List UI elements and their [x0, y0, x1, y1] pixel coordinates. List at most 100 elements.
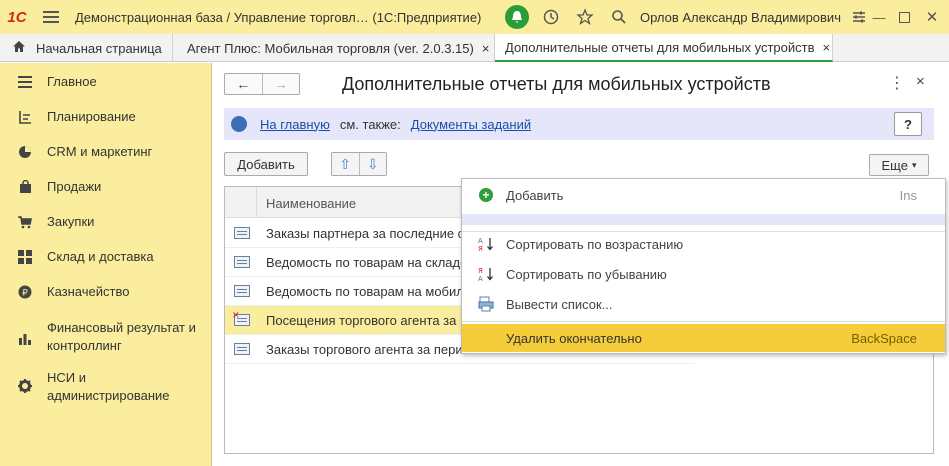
menu-item-add[interactable]: + Добавить Ins [462, 181, 945, 209]
title-bar: 1С Демонстрационная база / Управление то… [0, 0, 949, 34]
tab-mobile-reports-label: Дополнительные отчеты для мобильных устр… [505, 39, 815, 55]
add-button[interactable]: Добавить [224, 152, 308, 176]
sidebar-item-label: Главное [47, 74, 97, 89]
more-dropdown-menu: + Добавить Ins АЯ Сортировать по возраст… [461, 178, 946, 354]
search-icon[interactable] [608, 6, 630, 28]
icon-column-header[interactable] [225, 187, 257, 218]
menu-item-label: Вывести список... [506, 296, 613, 312]
sidebar-item-warehouse[interactable]: Склад и доставка [0, 248, 212, 266]
tasks-documents-link[interactable]: Документы заданий [411, 117, 531, 132]
svg-text:₽: ₽ [22, 289, 28, 299]
globe-icon [231, 116, 247, 132]
info-bar: На главную см. также: Документы заданий [224, 108, 934, 140]
delete-icon [478, 330, 494, 346]
row-name: Ведомость по товарам на складе [266, 254, 468, 270]
svg-text:Я: Я [478, 267, 483, 275]
sidebar-item-admin[interactable]: НСИ и администрирование [0, 369, 200, 405]
planning-icon [18, 110, 32, 124]
menu-item-output-list[interactable]: Вывести список... [462, 290, 945, 318]
report-icon [234, 285, 250, 297]
menu-separator [462, 214, 945, 225]
move-up-button[interactable]: ⇧ [332, 153, 359, 175]
sidebar-item-label: Планирование [47, 109, 136, 124]
sidebar-item-label: НСИ и администрирование [47, 370, 170, 403]
name-column-header[interactable]: Наименование [266, 196, 356, 211]
sidebar-item-purchases[interactable]: Закупки [0, 213, 212, 231]
navigation-buttons: ← → [224, 73, 300, 95]
bar-chart-icon [18, 331, 32, 345]
minimize-icon[interactable]: — [868, 6, 890, 28]
close-window-icon[interactable]: ✕ [921, 6, 943, 28]
sidebar-item-financial[interactable]: Финансовый результат и контроллинг [0, 319, 200, 355]
tab-home-label: Начальная страница [36, 40, 162, 56]
row-name: Ведомость по товарам на мобил [266, 283, 464, 299]
sidebar-item-main[interactable]: Главное [0, 73, 212, 91]
notifications-bell-icon[interactable] [505, 5, 529, 29]
more-button[interactable]: Еще ▾ [869, 154, 929, 176]
history-icon[interactable] [540, 6, 562, 28]
see-also-label: см. также: [339, 116, 401, 132]
chevron-down-icon: ▾ [911, 159, 917, 170]
menu-item-sort-desc[interactable]: ЯА Сортировать по убыванию [462, 260, 945, 288]
menu-divider [462, 321, 945, 322]
move-buttons: ⇧ ⇩ [331, 152, 387, 176]
sort-descending-icon: ЯА [478, 266, 494, 282]
more-button-label: Еще [881, 157, 908, 173]
menu-item-shortcut: BackSpace [851, 330, 917, 346]
hamburger-menu-icon[interactable] [43, 8, 59, 26]
home-icon [12, 40, 26, 56]
row-name: Посещения торгового агента за [266, 312, 457, 328]
tab-close-icon[interactable]: × [482, 41, 490, 56]
forward-button[interactable]: → [261, 74, 300, 94]
home-link[interactable]: На главную [260, 117, 330, 132]
sidebar-item-label: Продажи [47, 179, 102, 194]
back-button[interactable]: ← [225, 74, 262, 94]
move-down-button[interactable]: ⇩ [358, 153, 387, 175]
tabs-bar: Начальная страница Агент Плюс: Мобильная… [0, 34, 949, 62]
close-form-icon[interactable]: × [916, 73, 925, 90]
settings-sliders-icon[interactable] [848, 6, 870, 28]
row-name: Заказы торгового агента за пери [266, 341, 463, 357]
favorites-star-icon[interactable] [574, 6, 596, 28]
menu-item-label: Удалить окончательно [506, 330, 642, 346]
current-user[interactable]: Орлов Александр Владимирович [640, 10, 841, 25]
menu-item-label: Добавить [506, 187, 564, 203]
menu-item-label: Сортировать по возрастанию [506, 236, 684, 252]
sidebar-item-label: Казначейство [47, 284, 130, 299]
menu-icon [18, 75, 32, 89]
report-marked-for-deletion-icon [232, 310, 250, 326]
window-title: Демонстрационная база / Управление торго… [75, 9, 482, 25]
output-list-icon [478, 296, 494, 312]
cart-icon [18, 215, 32, 229]
bag-icon [18, 180, 32, 194]
tab-agent-plus-label: Агент Плюс: Мобильная торговля (ver. 2.0… [187, 40, 474, 56]
svg-text:Я: Я [478, 245, 483, 252]
tab-home[interactable]: Начальная страница [0, 34, 173, 62]
pie-icon [18, 145, 32, 159]
sidebar: Главное Планирование CRM и маркетинг Про… [0, 63, 212, 466]
sidebar-item-treasury[interactable]: ₽ Казначейство [0, 283, 212, 301]
sidebar-item-label: Финансовый результат и контроллинг [47, 320, 196, 353]
menu-item-shortcut: Ins [899, 187, 917, 203]
tab-mobile-reports[interactable]: Дополнительные отчеты для мобильных устр… [495, 34, 833, 62]
svg-text:А: А [478, 237, 483, 245]
help-button[interactable]: ? [894, 112, 922, 136]
menu-item-label: Сортировать по убыванию [506, 266, 667, 282]
more-options-icon[interactable]: ⋮ [889, 73, 905, 93]
svg-text:А: А [478, 275, 483, 282]
restore-window-icon[interactable] [893, 6, 915, 28]
report-icon [234, 227, 250, 239]
sidebar-item-sales[interactable]: Продажи [0, 178, 212, 196]
coin-icon: ₽ [18, 285, 32, 299]
menu-item-sort-asc[interactable]: АЯ Сортировать по возрастанию [462, 230, 945, 258]
sidebar-item-label: Склад и доставка [47, 249, 154, 264]
report-icon [234, 256, 250, 268]
gear-icon [18, 379, 32, 393]
menu-item-delete-permanently[interactable]: Удалить окончательно BackSpace [462, 324, 945, 352]
sidebar-item-planning[interactable]: Планирование [0, 108, 212, 126]
tab-agent-plus[interactable]: Агент Плюс: Мобильная торговля (ver. 2.0… [173, 34, 495, 62]
tab-close-icon[interactable]: × [822, 40, 830, 55]
grid-icon [18, 250, 32, 264]
row-name: Заказы партнера за последние с [266, 225, 465, 241]
sidebar-item-crm[interactable]: CRM и маркетинг [0, 143, 212, 161]
